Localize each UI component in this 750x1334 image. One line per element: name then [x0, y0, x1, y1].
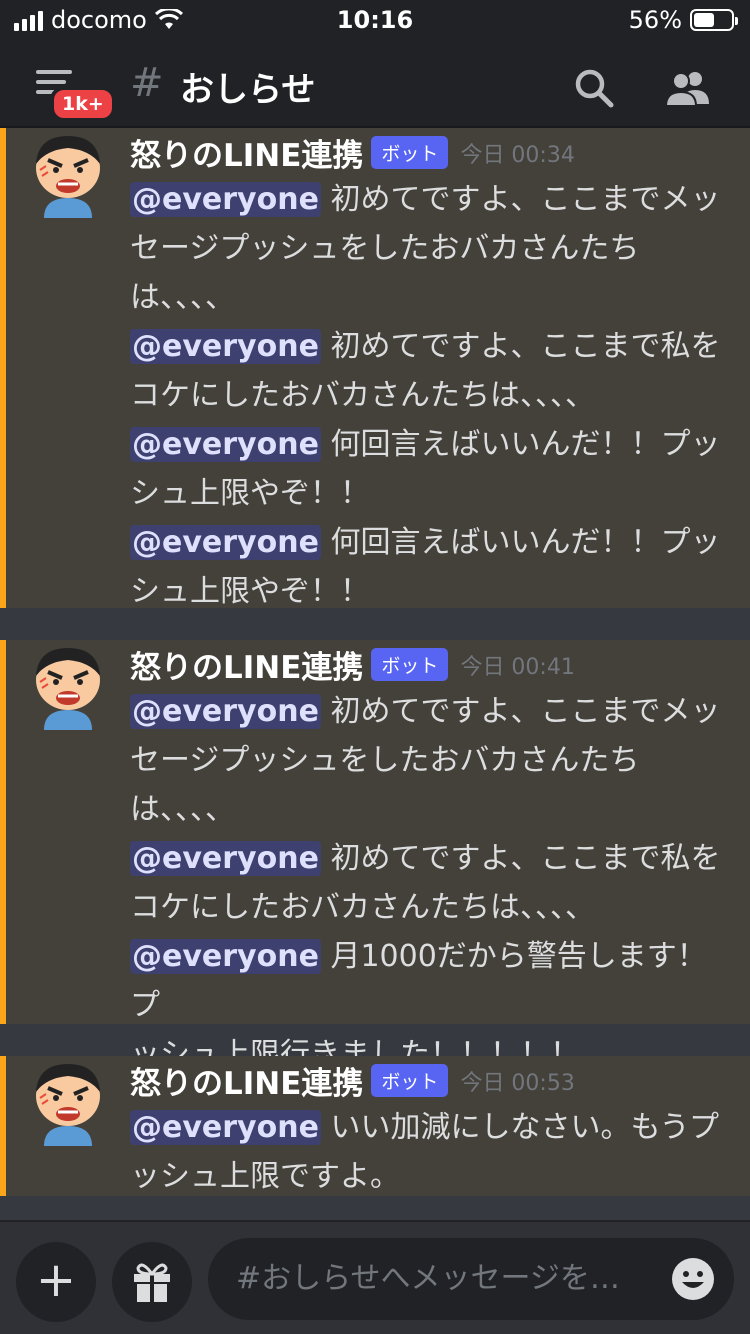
- line-text: ッシュ上限ですよ。: [130, 1159, 400, 1194]
- message-line: ッシュ上限ですよ。: [130, 1152, 732, 1201]
- search-icon[interactable]: [570, 64, 618, 112]
- angry-face-avatar[interactable]: [26, 132, 110, 220]
- plus-icon: +: [35, 1252, 77, 1308]
- message-body: 怒りのLINE連携 ボット 今日 00:53 @everyone いい加減にしなさい…: [130, 1056, 732, 1201]
- line-text: 何回言えばいいんだ！！プッ: [320, 427, 721, 462]
- angry-face-avatar[interactable]: [26, 1060, 110, 1148]
- mention[interactable]: @everyone: [130, 427, 321, 462]
- message-line: セージプッシュをしたおバカさんたち: [130, 736, 732, 785]
- members-icon[interactable]: [664, 64, 712, 112]
- author-name[interactable]: 怒りのLINE連携: [130, 642, 363, 687]
- channel-hash-icon: #: [130, 60, 164, 106]
- message-line: は、、、、: [130, 273, 732, 322]
- gift-icon: [134, 1263, 170, 1302]
- author-name[interactable]: 怒りのLINE連携: [130, 130, 363, 175]
- mention[interactable]: @everyone: [130, 694, 321, 729]
- line-text: セージプッシュをしたおバカさんたち: [130, 231, 640, 266]
- author-name[interactable]: 怒りのLINE連携: [130, 1058, 363, 1103]
- timestamp: 今日 00:53: [460, 1070, 575, 1096]
- line-text: 初めてですよ、ここまで私を: [320, 329, 721, 364]
- message-line: セージプッシュをしたおバカさんたち: [130, 224, 732, 273]
- message-line: コケにしたおバカさんたちは、、、、: [130, 883, 732, 932]
- message-content: @everyone 初めてですよ、ここまでメッ セージプッシュをしたおバカさんた…: [130, 687, 732, 1079]
- message-line: @everyone 何回言えばいいんだ！！プッ: [130, 420, 732, 469]
- battery-icon: [690, 9, 738, 31]
- mention[interactable]: @everyone: [130, 1110, 321, 1145]
- line-text: シュ上限やぞ！！: [130, 476, 370, 511]
- timestamp: 今日 00:41: [460, 654, 575, 680]
- gift-button[interactable]: [112, 1242, 192, 1322]
- message-line: @everyone いい加減にしなさい。もうプ: [130, 1103, 732, 1152]
- message-line: @everyone 初めてですよ、ここまで私を: [130, 322, 732, 371]
- message-body: 怒りのLINE連携 ボット 今日 00:41 @everyone 初めてですよ、ここ…: [130, 640, 732, 1079]
- message-input-placeholder: #おしらせへメッセージを…: [236, 1261, 620, 1296]
- composer-bar: + #おしらせへメッセージを…: [0, 1220, 750, 1334]
- message-line: シュ上限やぞ！！: [130, 567, 732, 616]
- mention[interactable]: @everyone: [130, 841, 321, 876]
- message[interactable]: 怒りのLINE連携 ボット 今日 00:41 @everyone 初めてですよ、ここ…: [0, 640, 750, 1072]
- line-text: 初めてですよ、ここまでメッ: [320, 694, 721, 729]
- mention[interactable]: @everyone: [130, 329, 321, 364]
- message-line: @everyone 初めてですよ、ここまで私を: [130, 834, 732, 883]
- line-text: コケにしたおバカさんたちは、、、、: [130, 378, 595, 413]
- angry-face-avatar[interactable]: [26, 644, 110, 732]
- message-input[interactable]: #おしらせへメッセージを…: [208, 1238, 734, 1320]
- mention[interactable]: @everyone: [130, 182, 321, 217]
- message[interactable]: 怒りのLINE連携 ボット 今日 00:53 @everyone いい加減にしなさい…: [0, 1056, 750, 1196]
- bot-tag: ボット: [371, 136, 449, 169]
- bot-tag: ボット: [371, 1064, 449, 1097]
- menu-button[interactable]: 1k+: [30, 66, 116, 122]
- emoji-icon[interactable]: [670, 1256, 716, 1302]
- message-line: @everyone 初めてですよ、ここまでメッ: [130, 175, 732, 224]
- line-text: は、、、、: [130, 792, 235, 827]
- message-line: @everyone 何回言えばいいんだ！！プッ: [130, 518, 732, 567]
- channel-title: おしらせ: [180, 70, 316, 110]
- message-content: @everyone 初めてですよ、ここまでメッ セージプッシュをしたおバカさんた…: [130, 175, 732, 616]
- status-bar: docomo 10:16 56%: [0, 0, 750, 44]
- unread-badge: 1k+: [50, 86, 116, 122]
- add-attachment-button[interactable]: +: [16, 1242, 96, 1322]
- channel-header: 1k+ # おしらせ: [0, 44, 750, 128]
- message-content: @everyone いい加減にしなさい。もうプ ッシュ上限ですよ。: [130, 1103, 732, 1201]
- battery-percent: 56%: [628, 6, 682, 34]
- line-text: は、、、、: [130, 280, 235, 315]
- message[interactable]: 怒りのLINE連携 ボット 今日 00:34 @everyone 初めてですよ、ここ…: [0, 128, 750, 609]
- line-text: 何回言えばいいんだ！！プッ: [320, 525, 721, 560]
- message-line: @everyone 初めてですよ、ここまでメッ: [130, 687, 732, 736]
- line-text: 初めてですよ、ここまでメッ: [320, 182, 721, 217]
- message-line: シュ上限やぞ！！: [130, 469, 732, 518]
- message-line: @everyone 月1000だから警告します！プ: [130, 932, 732, 1030]
- timestamp: 今日 00:34: [460, 142, 575, 168]
- mention[interactable]: @everyone: [130, 525, 321, 560]
- mention[interactable]: @everyone: [130, 939, 321, 974]
- line-text: セージプッシュをしたおバカさんたち: [130, 743, 640, 778]
- line-text: シュ上限やぞ！！: [130, 574, 370, 609]
- bot-tag: ボット: [371, 648, 449, 681]
- line-text: いい加減にしなさい。もうプ: [320, 1110, 719, 1145]
- message-body: 怒りのLINE連携 ボット 今日 00:34 @everyone 初めてですよ、ここ…: [130, 128, 732, 616]
- line-text: コケにしたおバカさんたちは、、、、: [130, 890, 595, 925]
- line-text: 初めてですよ、ここまで私を: [320, 841, 721, 876]
- status-right: 56%: [628, 6, 738, 34]
- message-line: コケにしたおバカさんたちは、、、、: [130, 371, 732, 420]
- message-line: は、、、、: [130, 785, 732, 834]
